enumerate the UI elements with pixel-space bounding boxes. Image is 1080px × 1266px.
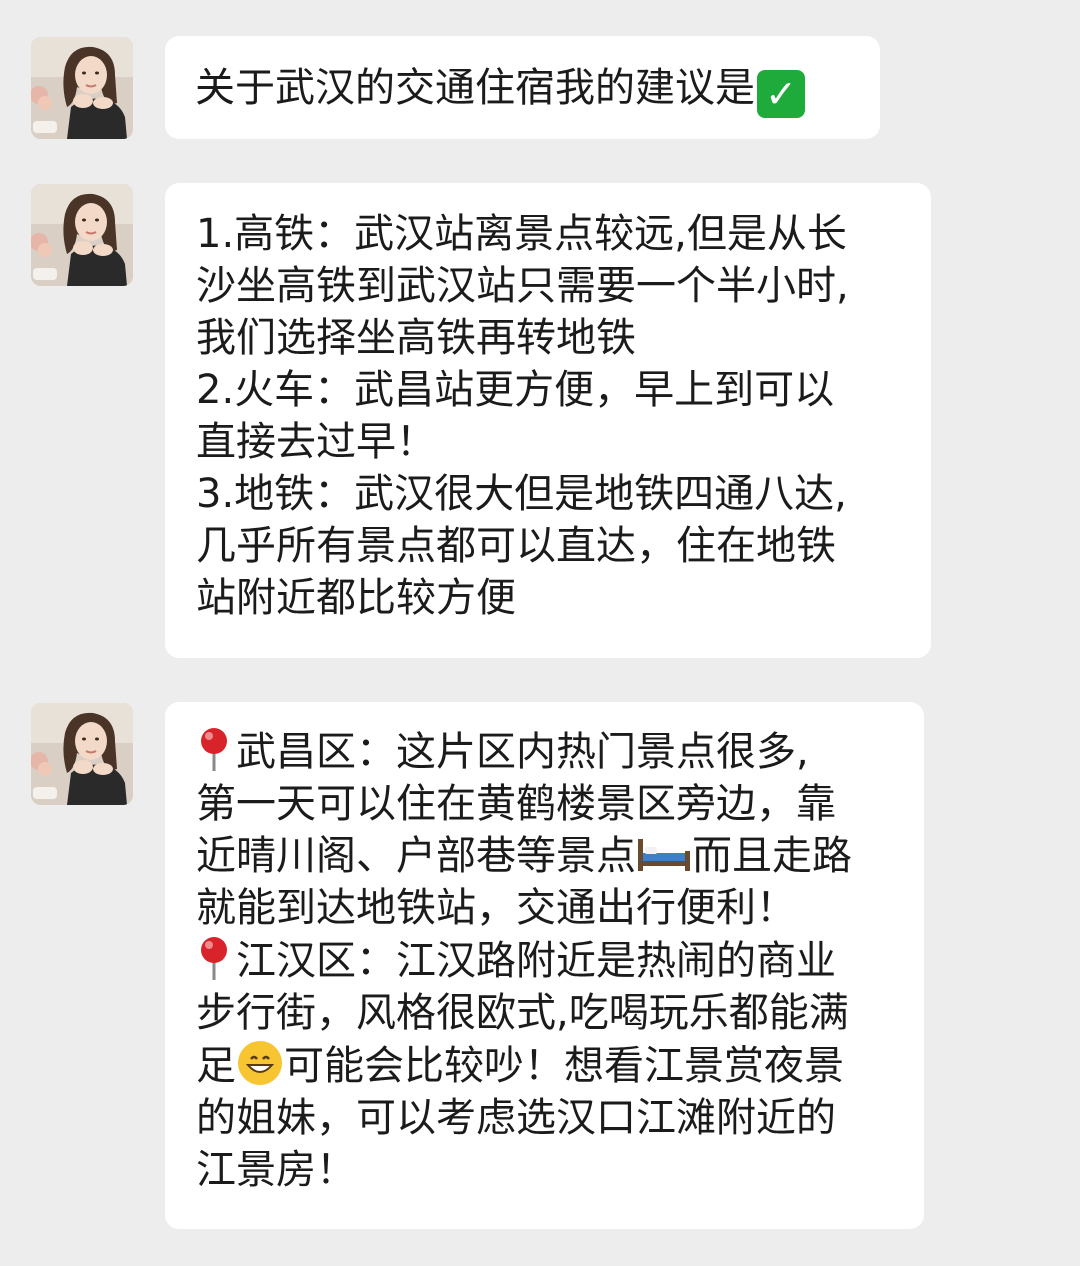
message-text: 近晴川阁、户部巷等景点 bbox=[196, 833, 636, 879]
message-line: 足 可能会比较吵！想看江景赏夜景 bbox=[196, 1039, 906, 1092]
message-bubble-3[interactable]: 武昌区：这片区内热门景点很多, 第一天可以住在黄鹤楼景区旁边，靠 近晴川阁、户部… bbox=[165, 702, 924, 1229]
bed-icon bbox=[636, 831, 692, 875]
message-line: 1.高铁：武汉站离景点较远,但是从长 bbox=[196, 211, 847, 257]
round-pushpin-icon bbox=[196, 934, 232, 982]
message-line: 步行街，风格很欧式,吃喝玩乐都能满 bbox=[196, 990, 849, 1036]
grinning-face-icon bbox=[236, 1039, 284, 1087]
avatar[interactable] bbox=[31, 184, 133, 286]
message-text: 可能会比较吵！想看江景赏夜景 bbox=[284, 1043, 844, 1089]
avatar[interactable] bbox=[31, 37, 133, 139]
message-line: 几乎所有景点都可以直达，住在地铁 bbox=[196, 523, 836, 569]
message-text: 关于武汉的交通住宿我的建议是 bbox=[195, 65, 755, 111]
round-pushpin-icon bbox=[196, 725, 232, 773]
message-text: 江汉区：江汉路附近是热闹的商业 bbox=[236, 938, 836, 984]
message-line: 武昌区：这片区内热门景点很多, bbox=[196, 725, 906, 778]
message-line: 站附近都比较方便 bbox=[196, 575, 516, 621]
message-line: 我们选择坐高铁再转地铁 bbox=[196, 315, 636, 361]
message-bubble-2[interactable]: 1.高铁：武汉站离景点较远,但是从长 沙坐高铁到武汉站只需要一个半小时, 我们选… bbox=[165, 183, 931, 658]
avatar-image bbox=[31, 184, 133, 286]
message-line: 2.火车：武昌站更方便，早上到可以 bbox=[196, 367, 835, 413]
message-bubble-1[interactable]: 关于武汉的交通住宿我的建议是 ✓ bbox=[165, 36, 880, 139]
message-text: 足 bbox=[196, 1043, 236, 1089]
avatar-image bbox=[31, 37, 133, 139]
message-line: 沙坐高铁到武汉站只需要一个半小时, bbox=[196, 263, 849, 309]
message-line: 江汉区：江汉路附近是热闹的商业 bbox=[196, 934, 906, 987]
message-line: 近晴川阁、户部巷等景点 而且走路 bbox=[196, 830, 906, 882]
message-line: 直接去过早！ bbox=[196, 419, 436, 465]
message-text: 而且走路 bbox=[692, 833, 852, 879]
avatar-image bbox=[31, 703, 133, 805]
message-line: 就能到达地铁站，交通出行便利！ bbox=[196, 885, 796, 931]
message-text: 武昌区：这片区内热门景点很多, bbox=[236, 729, 809, 775]
message-line: 江景房！ bbox=[196, 1147, 356, 1193]
message-line: 的姐妹，可以考虑选汉口江滩附近的 bbox=[196, 1095, 836, 1141]
avatar[interactable] bbox=[31, 703, 133, 805]
message-line: 第一天可以住在黄鹤楼景区旁边，靠 bbox=[196, 781, 836, 827]
check-mark-icon: ✓ bbox=[757, 70, 805, 118]
message-line: 3.地铁：武汉很大但是地铁四通八达, bbox=[196, 471, 847, 517]
